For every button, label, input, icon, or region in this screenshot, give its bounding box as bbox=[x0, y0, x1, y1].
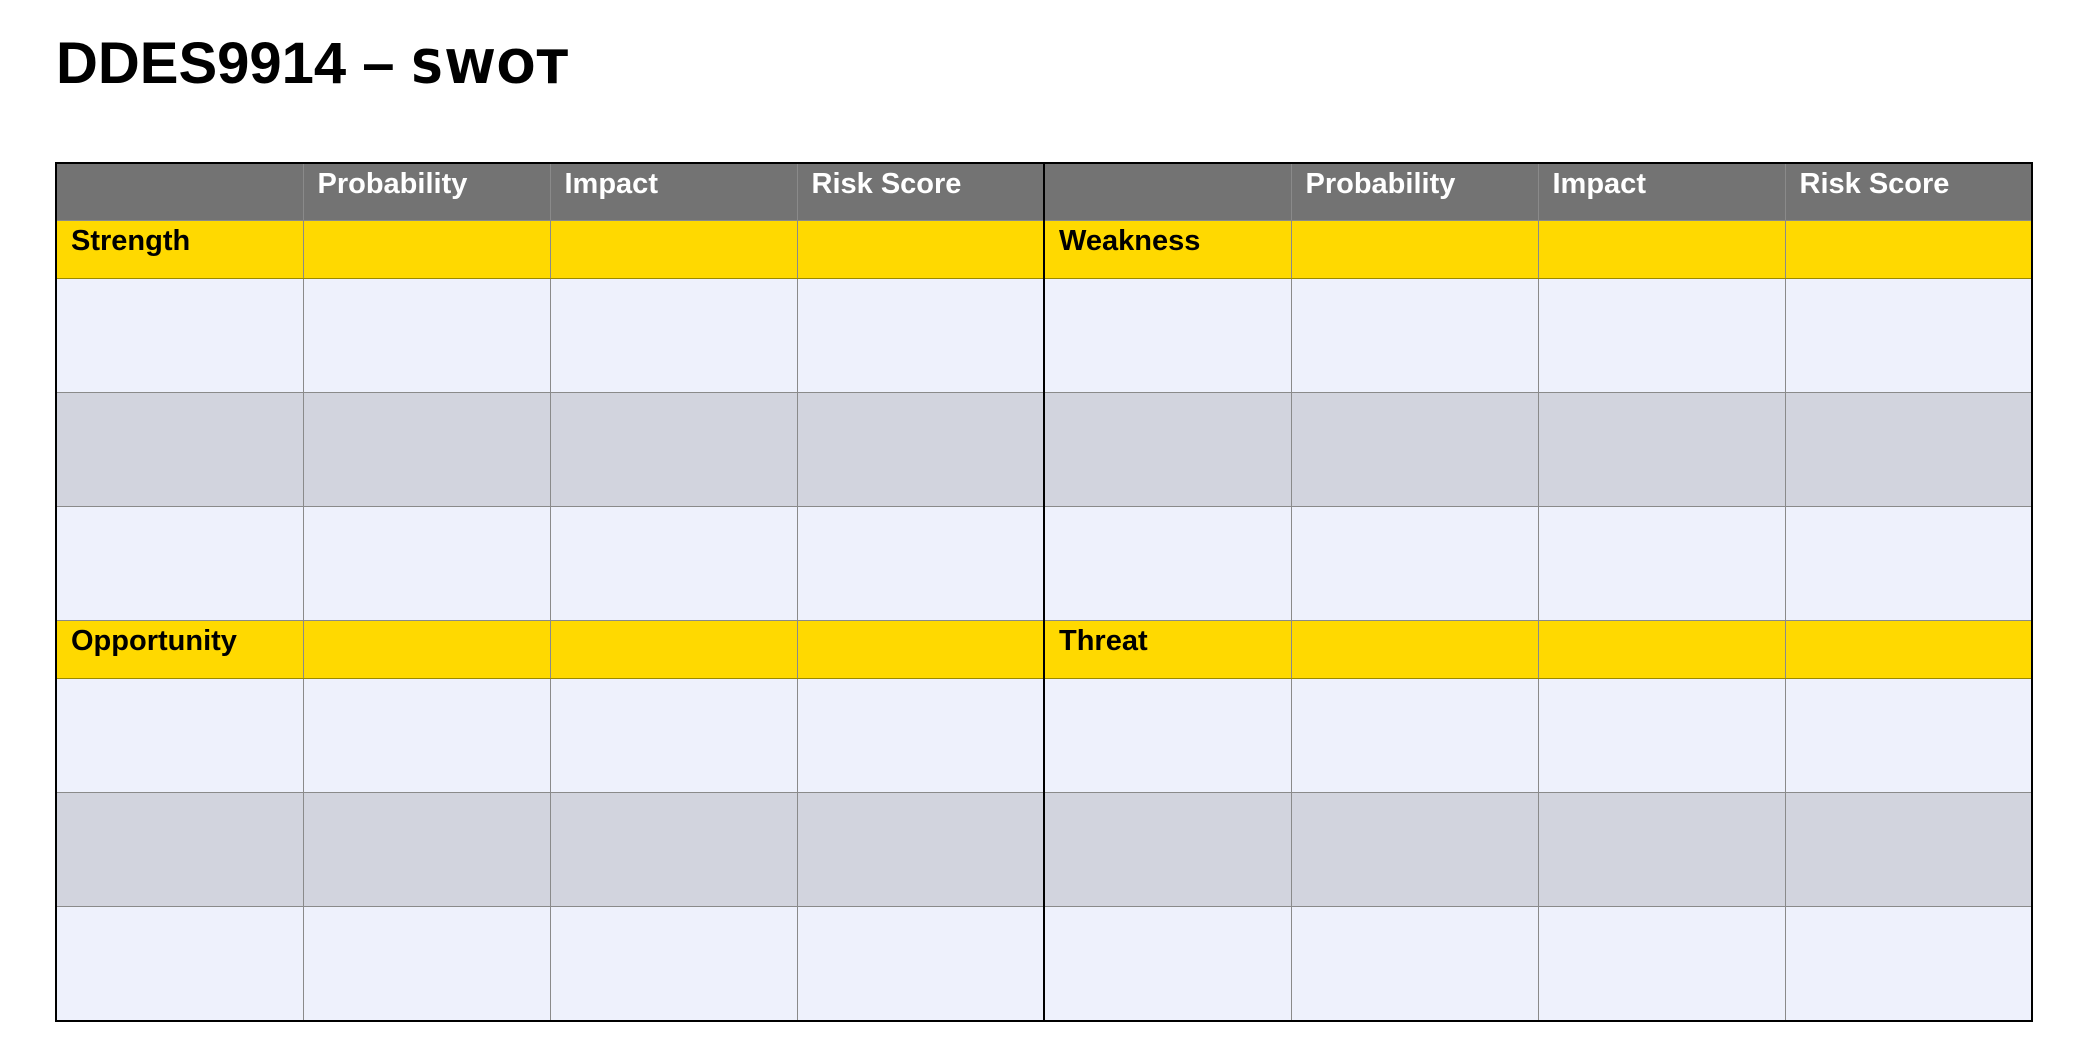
table-cell[interactable] bbox=[1290, 392, 1539, 507]
table-cell[interactable] bbox=[1290, 506, 1539, 621]
table-cell[interactable] bbox=[302, 792, 551, 907]
table-cell[interactable] bbox=[55, 792, 304, 907]
table-cell[interactable] bbox=[1290, 220, 1539, 279]
table-cell[interactable] bbox=[55, 906, 304, 1022]
table-cell[interactable] bbox=[796, 620, 1045, 679]
table-cell[interactable] bbox=[1537, 392, 1786, 507]
table-row bbox=[55, 392, 2033, 507]
document-title-swot: SWOT bbox=[410, 40, 570, 94]
table-row bbox=[55, 278, 2033, 393]
table-cell[interactable] bbox=[302, 620, 551, 679]
table-cell[interactable] bbox=[302, 220, 551, 279]
table-cell[interactable] bbox=[1784, 392, 2033, 507]
table-cell[interactable] bbox=[55, 678, 304, 793]
table-cell[interactable] bbox=[796, 220, 1045, 279]
table-cell[interactable] bbox=[549, 392, 798, 507]
column-header-risk-score: Risk Score bbox=[811, 168, 962, 200]
table-cell[interactable] bbox=[302, 392, 551, 507]
column-header-impact: Impact bbox=[1552, 168, 1646, 200]
header-cell-left-blank bbox=[55, 162, 304, 221]
table-cell[interactable] bbox=[796, 506, 1045, 621]
table-cell[interactable] bbox=[549, 620, 798, 679]
table-cell[interactable] bbox=[1290, 678, 1539, 793]
table-cell[interactable] bbox=[1043, 278, 1292, 393]
table-cell[interactable] bbox=[1290, 792, 1539, 907]
table-cell[interactable] bbox=[302, 506, 551, 621]
table-row bbox=[55, 678, 2033, 793]
table-cell[interactable] bbox=[796, 792, 1045, 907]
table-cell[interactable] bbox=[55, 278, 304, 393]
table-cell[interactable] bbox=[1784, 620, 2033, 679]
table-row bbox=[55, 506, 2033, 621]
table-cell[interactable] bbox=[1784, 678, 2033, 793]
section-label-weakness[interactable]: Weakness bbox=[1043, 220, 1292, 279]
section-label-strength[interactable]: Strength bbox=[55, 220, 304, 279]
table-cell[interactable] bbox=[796, 392, 1045, 507]
table-cell[interactable] bbox=[796, 278, 1045, 393]
header-cell-left-risk-score: Risk Score bbox=[796, 162, 1045, 221]
table-header-row: Probability Impact Risk Score Probabilit… bbox=[55, 162, 2033, 221]
table-cell[interactable] bbox=[1537, 506, 1786, 621]
table-cell[interactable] bbox=[1537, 620, 1786, 679]
table-cell[interactable] bbox=[302, 678, 551, 793]
table-cell[interactable] bbox=[55, 506, 304, 621]
table-cell[interactable] bbox=[1290, 906, 1539, 1022]
table-cell[interactable] bbox=[1043, 678, 1292, 793]
swot-table: Probability Impact Risk Score Probabilit… bbox=[55, 162, 2033, 1022]
document-title-code: DDES9914 – bbox=[56, 31, 411, 96]
table-cell[interactable] bbox=[549, 906, 798, 1022]
header-cell-right-blank bbox=[1043, 162, 1292, 221]
table-cell[interactable] bbox=[1784, 220, 2033, 279]
header-cell-right-probability: Probability bbox=[1290, 162, 1539, 221]
column-header-risk-score: Risk Score bbox=[1799, 168, 1950, 200]
section-row-strength-weakness: Strength Weakness bbox=[55, 220, 2033, 279]
table-cell[interactable] bbox=[796, 906, 1045, 1022]
table-cell[interactable] bbox=[1784, 792, 2033, 907]
table-cell[interactable] bbox=[55, 392, 304, 507]
table-cell[interactable] bbox=[302, 278, 551, 393]
header-cell-left-probability: Probability bbox=[302, 162, 551, 221]
document-title: DDES9914 – SWOT bbox=[56, 30, 569, 97]
column-header-probability: Probability bbox=[317, 168, 468, 200]
column-header-impact: Impact bbox=[564, 168, 658, 200]
table-cell[interactable] bbox=[1290, 620, 1539, 679]
table-cell[interactable] bbox=[1537, 792, 1786, 907]
table-cell[interactable] bbox=[796, 678, 1045, 793]
table-cell[interactable] bbox=[1537, 906, 1786, 1022]
header-cell-left-impact: Impact bbox=[549, 162, 798, 221]
table-cell[interactable] bbox=[1537, 278, 1786, 393]
table-cell[interactable] bbox=[1784, 906, 2033, 1022]
table-cell[interactable] bbox=[1043, 392, 1292, 507]
table-cell[interactable] bbox=[1290, 278, 1539, 393]
table-cell[interactable] bbox=[549, 792, 798, 907]
table-row bbox=[55, 792, 2033, 907]
section-label-threat[interactable]: Threat bbox=[1043, 620, 1292, 679]
table-cell[interactable] bbox=[1043, 506, 1292, 621]
section-label-opportunity[interactable]: Opportunity bbox=[55, 620, 304, 679]
table-cell[interactable] bbox=[549, 220, 798, 279]
table-cell[interactable] bbox=[302, 906, 551, 1022]
section-row-opportunity-threat: Opportunity Threat bbox=[55, 620, 2033, 679]
column-header-probability: Probability bbox=[1305, 168, 1456, 200]
table-cell[interactable] bbox=[1784, 278, 2033, 393]
table-cell[interactable] bbox=[1537, 220, 1786, 279]
table-cell[interactable] bbox=[549, 506, 798, 621]
table-cell[interactable] bbox=[1043, 792, 1292, 907]
header-cell-right-impact: Impact bbox=[1537, 162, 1786, 221]
table-cell[interactable] bbox=[1784, 506, 2033, 621]
table-cell[interactable] bbox=[549, 278, 798, 393]
header-cell-right-risk-score: Risk Score bbox=[1784, 162, 2033, 221]
table-cell[interactable] bbox=[1537, 678, 1786, 793]
table-row bbox=[55, 906, 2033, 1022]
table-cell[interactable] bbox=[549, 678, 798, 793]
table-cell[interactable] bbox=[1043, 906, 1292, 1022]
